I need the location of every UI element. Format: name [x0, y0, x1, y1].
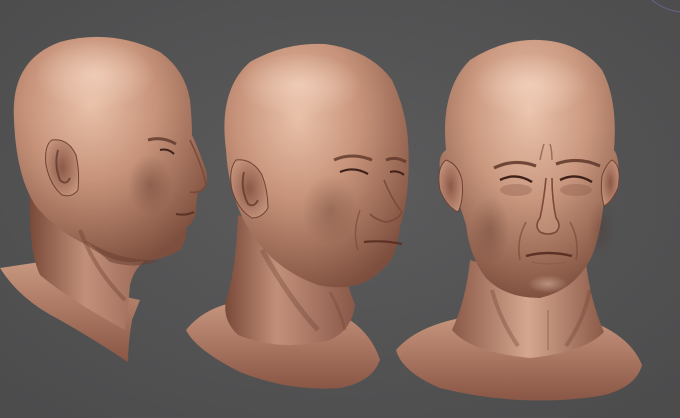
tq-skull-highlight: [238, 53, 362, 117]
front-skull-highlight: [472, 53, 588, 117]
front-chin: [528, 275, 568, 293]
sculpt-viewport: [0, 0, 680, 418]
sculpt-render: [0, 0, 680, 418]
side-skull-highlight: [35, 40, 155, 110]
